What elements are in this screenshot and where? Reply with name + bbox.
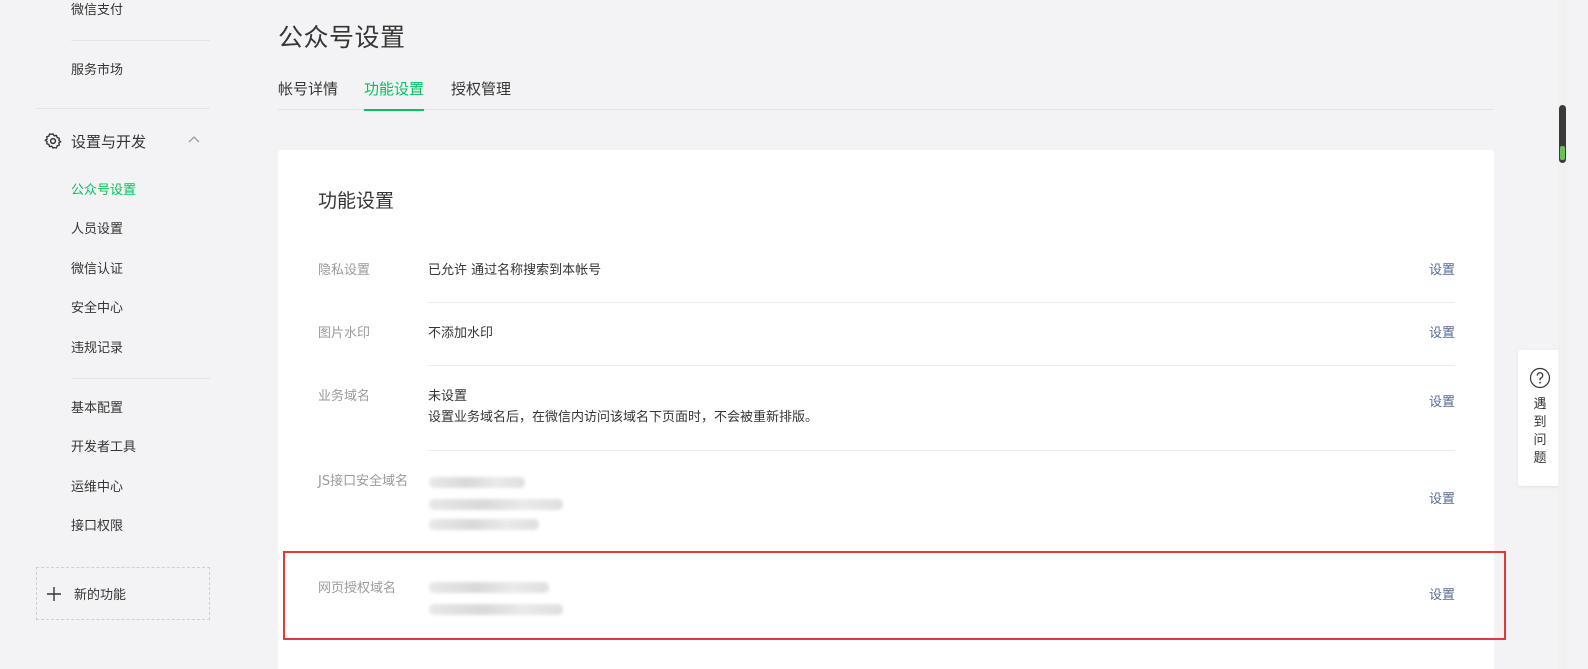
card-title: 功能设置 [318,190,395,212]
sidebar-divider [71,40,210,41]
sidebar-item-basic-config[interactable]: 基本配置 [71,400,123,418]
row-value: 未设置 [428,389,468,404]
row-label: 隐私设置 [318,263,371,278]
row-value: 不添加水印 [428,326,494,341]
row-label: JS接口安全域名 [318,474,409,489]
js-domain-settings-link[interactable]: 设置 [1429,491,1455,509]
row-label: 业务域名 [318,389,371,404]
tab-bar: 帐号详情 功能设置 授权管理 [278,78,1494,111]
sidebar-item-service-market[interactable]: 服务市场 [71,62,123,80]
business-domain-settings-link[interactable]: 设置 [1429,394,1455,412]
row-note: 设置业务域名后，在微信内访问该域名下页面时，不会被重新排版。 [428,410,819,425]
setting-row-watermark: 图片水印 不添加水印 设置 [278,325,1494,366]
setting-row-privacy: 隐私设置 已允许 通过名称搜索到本帐号 设置 [278,262,1494,303]
row-divider [428,302,1455,303]
row-value: 已允许 通过名称搜索到本帐号 [428,263,602,278]
sidebar: 微信支付 服务市场 设置与开发 公众号设置 人员设置 微信认证 安全中心 违规记… [0,0,240,669]
page-title: 公众号设置 [278,23,406,52]
sidebar-section-title: 设置与开发 [71,132,147,151]
tab-authorization[interactable]: 授权管理 [451,78,511,110]
redacted-domain [429,499,563,510]
sidebar-item-violation-records[interactable]: 违规记录 [71,340,123,358]
plus-icon [47,586,61,601]
row-label: 图片水印 [318,326,371,341]
question-icon [1529,367,1551,389]
sidebar-section-settings-dev[interactable]: 设置与开发 [44,128,210,154]
privacy-settings-link[interactable]: 设置 [1429,262,1455,280]
help-widget[interactable]: 遇到问题 [1518,350,1562,486]
redacted-domain [429,477,525,488]
scrollbar-track[interactable] [1558,0,1567,669]
new-feature-label: 新的功能 [74,588,127,603]
setting-row-business-domain: 业务域名 未设置 设置业务域名后，在微信内访问该域名下页面时，不会被重新排版。 … [278,388,1494,451]
setting-row-js-domain: JS接口安全域名 设置 [278,473,1494,551]
tab-account-details[interactable]: 帐号详情 [278,78,338,110]
sidebar-item-member-settings[interactable]: 人员设置 [71,221,123,239]
sidebar-item-wechat-pay[interactable]: 微信支付 [71,2,123,20]
sidebar-item-ops-center[interactable]: 运维中心 [71,479,123,497]
watermark-settings-link[interactable]: 设置 [1429,325,1455,343]
sidebar-item-security-center[interactable]: 安全中心 [71,300,123,318]
tab-function-settings[interactable]: 功能设置 [364,78,425,111]
sidebar-item-developer-tools[interactable]: 开发者工具 [71,439,136,457]
row-divider [428,365,1455,366]
sidebar-item-api-permissions[interactable]: 接口权限 [71,518,123,536]
row-divider [428,450,1455,451]
gear-icon [44,133,62,149]
sidebar-divider [36,108,210,109]
new-feature-button[interactable]: 新的功能 [36,567,210,620]
sidebar-item-account-settings[interactable]: 公众号设置 [71,182,136,200]
highlight-box [283,551,1506,640]
scrollbar-thumb[interactable] [1559,105,1566,163]
chevron-up-icon[interactable] [188,135,200,143]
sidebar-divider [71,378,210,379]
sidebar-item-wechat-verify[interactable]: 微信认证 [71,261,123,279]
redacted-domain [429,519,539,530]
help-text: 遇到问题 [1533,397,1547,466]
